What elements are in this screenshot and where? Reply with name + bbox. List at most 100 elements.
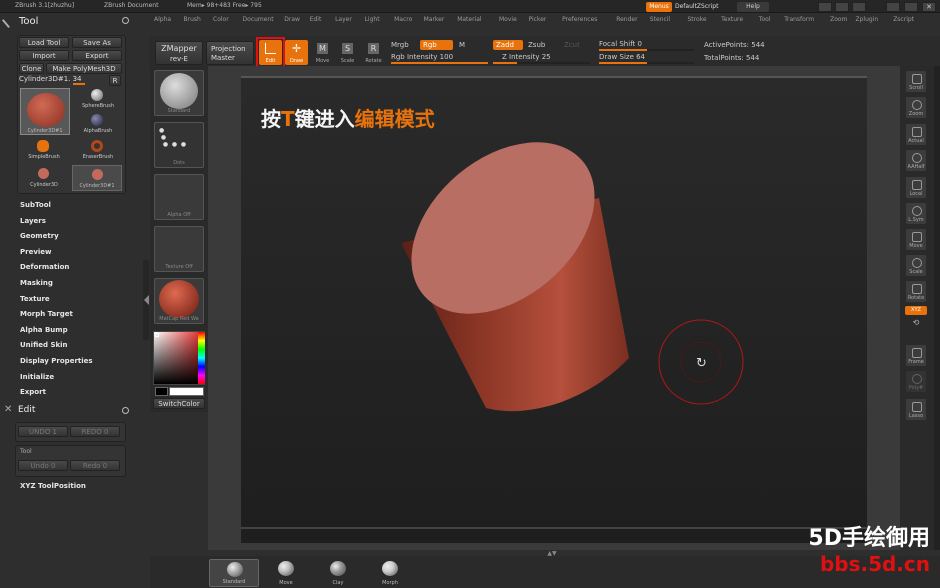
menu-zscript[interactable]: Zscript <box>893 16 914 23</box>
color-picker[interactable] <box>153 331 205 385</box>
tool-section-display-properties[interactable]: Display Properties <box>20 357 93 365</box>
right-shelf-zoom-button[interactable]: Zoom <box>905 96 927 119</box>
make-polymesh-button[interactable]: Make PolyMesh3D <box>46 63 122 74</box>
zsub-toggle[interactable]: Zsub <box>528 41 545 49</box>
tool-section-texture[interactable]: Texture <box>20 295 50 303</box>
hue-strip[interactable] <box>198 332 205 384</box>
menu-light[interactable]: Light <box>365 16 380 23</box>
right-shelf-xyz-button[interactable]: XYZ <box>905 306 927 315</box>
move-mode-button[interactable]: M Move <box>311 40 334 65</box>
tool-section-export[interactable]: Export <box>20 388 46 396</box>
matcap-material-slot[interactable]: MatCap Red Wa <box>154 278 204 324</box>
secondary-color-swatch[interactable] <box>169 387 204 396</box>
tool-section-deformation[interactable]: Deformation <box>20 263 69 271</box>
cylinder-model[interactable]: ↻ <box>241 78 867 545</box>
m-toggle[interactable]: M <box>459 41 465 49</box>
sphere-brush-thumb[interactable]: SphereBrush <box>74 88 122 112</box>
tool-section-masking[interactable]: Masking <box>20 279 53 287</box>
menu-draw[interactable]: Draw <box>284 16 300 23</box>
texture-off-slot[interactable]: Texture Off <box>154 226 204 272</box>
right-shelf-frame-button[interactable]: Frame <box>905 344 927 367</box>
right-shelf-local-button[interactable]: Local <box>905 176 927 199</box>
cylinder3d-thumb[interactable]: Cylinder3D <box>20 165 68 191</box>
simple-brush-thumb[interactable]: SimpleBrush <box>20 139 68 163</box>
tool-undo-button[interactable]: Undo 0 <box>18 460 68 471</box>
menu-movie[interactable]: Movie <box>499 16 517 23</box>
menu-marker[interactable]: Marker <box>424 16 445 23</box>
menu-alpha[interactable]: Alpha <box>154 16 171 23</box>
right-shelf-move-button[interactable]: Move <box>905 228 927 251</box>
import-button[interactable]: Import <box>19 50 69 61</box>
tool-section-subtool[interactable]: SubTool <box>20 201 51 209</box>
menu-edit[interactable]: Edit <box>310 16 322 23</box>
alpha-brush-thumb[interactable]: AlphaBrush <box>74 113 122 137</box>
xyz-toolposition-item[interactable]: XYZ ToolPosition <box>20 482 86 490</box>
dots-stroke-slot[interactable]: ● ● ● ● ● Dots <box>154 122 204 168</box>
default-zscript-button[interactable]: DefaultZScript <box>675 2 733 12</box>
zadd-toggle[interactable]: Zadd <box>493 40 523 50</box>
cylinder3d-1-thumb[interactable]: Cylinder3D#1 <box>72 165 122 191</box>
document-canvas[interactable]: ↻ 按T键进入编辑模式 <box>241 76 867 543</box>
r-button[interactable]: R <box>109 75 121 86</box>
maximize-icon[interactable] <box>904 2 918 12</box>
right-shelf-lasso-button[interactable]: Lasso <box>905 398 927 421</box>
standard-brush-slot[interactable]: Standard <box>154 70 204 116</box>
zcut-toggle[interactable]: Zcut <box>564 41 580 49</box>
refresh-icon[interactable] <box>122 17 129 24</box>
help-button[interactable]: Help <box>737 2 769 12</box>
close-icon[interactable]: ✕ <box>922 2 936 12</box>
layout-icon-2[interactable] <box>835 2 849 12</box>
draw-size-slider[interactable]: Draw Size 64 <box>599 53 694 64</box>
bottom-shelf-morph-brush[interactable]: Morph <box>365 559 415 587</box>
switch-color-button[interactable]: SwitchColor <box>153 398 205 409</box>
menu-color[interactable]: Color <box>213 16 229 23</box>
menu-material[interactable]: Material <box>457 16 481 23</box>
edit-refresh-icon[interactable] <box>122 407 129 414</box>
right-shelf-l-sym-button[interactable]: L.Sym <box>905 202 927 225</box>
tool-section-preview[interactable]: Preview <box>20 248 52 256</box>
tool-section-unified-skin[interactable]: Unified Skin <box>20 341 68 349</box>
right-shelf-scale-button[interactable]: Scale <box>905 254 927 277</box>
right-shelf-rotate-button[interactable]: Rotate <box>905 280 927 303</box>
tool-redo-button[interactable]: Redo 0 <box>70 460 120 471</box>
tool-section-layers[interactable]: Layers <box>20 217 46 225</box>
menu-stencil[interactable]: Stencil <box>650 16 670 23</box>
menus-button[interactable]: Menus <box>646 2 672 12</box>
rotate-axis-icon[interactable]: ⟲ <box>911 318 921 338</box>
right-shelf-aahalf-button[interactable]: AAHalf <box>905 149 927 172</box>
right-shelf-scroll-button[interactable]: Scroll <box>905 70 927 93</box>
right-shelf-actual-button[interactable]: Actual <box>905 123 927 146</box>
right-scrollbar[interactable] <box>934 66 940 550</box>
rgb-intensity-slider[interactable]: Rgb Intensity 100 <box>391 53 488 64</box>
menu-zoom[interactable]: Zoom <box>830 16 847 23</box>
tool-section-initialize[interactable]: Initialize <box>20 373 54 381</box>
undo-button[interactable]: UNDO 1 <box>18 426 68 437</box>
mrgb-toggle[interactable]: Mrgb <box>391 41 409 49</box>
scale-mode-button[interactable]: S Scale <box>336 40 359 65</box>
rotate-mode-button[interactable]: R Rotate <box>362 40 385 65</box>
menu-zplugin[interactable]: Zplugin <box>856 16 879 23</box>
bottom-shelf-standard-brush[interactable]: Standard <box>209 559 259 587</box>
bottom-shelf-clay-brush[interactable]: Clay <box>313 559 363 587</box>
alpha-off-slot[interactable]: Alpha Off <box>154 174 204 220</box>
tool-section-morph-target[interactable]: Morph Target <box>20 310 73 318</box>
redo-button[interactable]: REDO 0 <box>70 426 120 437</box>
projection-master-button[interactable]: Projection Master <box>206 41 254 65</box>
menu-brush[interactable]: Brush <box>184 16 201 23</box>
menu-macro[interactable]: Macro <box>394 16 412 23</box>
menu-layer[interactable]: Layer <box>335 16 352 23</box>
collapse-arrow-icon[interactable] <box>144 295 149 305</box>
draw-mode-button[interactable]: ✛ Draw <box>285 40 308 65</box>
z-intensity-slider[interactable]: Z Intensity 25 <box>493 53 590 64</box>
tool-thumb-cylinder-large[interactable]: Cylinder3D#1 <box>20 88 70 135</box>
minimize-icon[interactable] <box>886 2 900 12</box>
menu-transform[interactable]: Transform <box>784 16 814 23</box>
rgb-toggle[interactable]: Rgb <box>420 40 453 50</box>
bottom-shelf-move-brush[interactable]: Move <box>261 559 311 587</box>
layout-icon[interactable] <box>818 2 832 12</box>
right-shelf-poly--button[interactable]: Poly# <box>905 370 927 393</box>
menu-stroke[interactable]: Stroke <box>688 16 707 23</box>
current-tool-slider[interactable]: Cylinder3D#1. 34 <box>19 75 107 85</box>
focal-shift-slider[interactable]: Focal Shift 0 <box>599 40 694 51</box>
zmapper-button[interactable]: ZMapper rev-E <box>155 41 203 65</box>
